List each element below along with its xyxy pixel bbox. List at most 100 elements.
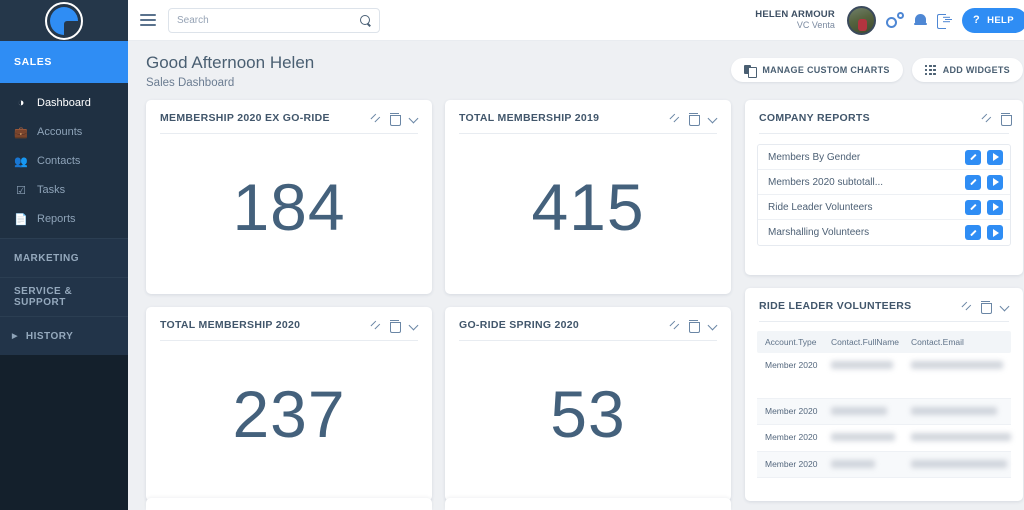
search-input[interactable] [177, 14, 360, 26]
bell-icon[interactable] [913, 13, 927, 28]
redacted-value [831, 406, 887, 415]
trash-icon[interactable] [689, 319, 700, 333]
sidebar-item-dashboard[interactable]: ◑ Dashboard [0, 89, 128, 117]
table-row[interactable]: Member 2020 [757, 353, 1011, 399]
chevron-down-icon[interactable] [707, 320, 718, 331]
pencil-icon[interactable] [965, 199, 981, 215]
sidebar-filler [0, 355, 128, 510]
cell-contact-email [911, 432, 1011, 442]
trash-icon[interactable] [390, 112, 401, 126]
chevron-down-icon[interactable] [707, 113, 718, 124]
expand-icon[interactable] [669, 113, 680, 124]
kpi-card-partial[interactable] [445, 498, 731, 510]
pencil-icon[interactable] [965, 149, 981, 165]
table-row[interactable]: Member 2020 [757, 425, 1011, 452]
column-header-contact-email: Contact.Email [911, 337, 964, 348]
hamburger-icon[interactable] [138, 11, 158, 29]
sidebar-item-dashboard-label: Dashboard [37, 97, 91, 109]
chevron-down-icon[interactable] [408, 320, 419, 331]
avatar[interactable] [846, 5, 876, 35]
user-info[interactable]: HELEN ARMOUR VC Venta [755, 9, 835, 31]
expand-icon[interactable] [370, 320, 381, 331]
pencil-icon[interactable] [965, 225, 981, 241]
sidebar-section-history[interactable]: ▶ HISTORY [0, 317, 128, 355]
card-title: MEMBERSHIP 2020 EX GO-RIDE [160, 112, 330, 125]
kpi-card-partial[interactable] [146, 498, 432, 510]
play-icon[interactable] [987, 174, 1003, 190]
side-column: COMPANY REPORTS Members By Gender Member… [745, 100, 1023, 502]
cell-contact-fullname [831, 432, 911, 442]
sidebar-section-marketing[interactable]: MARKETING [0, 239, 128, 277]
manage-custom-charts-label: MANAGE CUSTOM CHARTS [762, 65, 890, 75]
redacted-value [911, 459, 1007, 468]
sidebar-item-accounts[interactable]: 💼 Accounts [0, 118, 128, 146]
sidebar-item-tasks[interactable]: ☑ Tasks [0, 176, 128, 204]
help-button[interactable]: ? HELP [961, 7, 1024, 33]
trash-icon[interactable] [981, 300, 992, 314]
cell-contact-fullname [831, 459, 911, 468]
report-row[interactable]: Marshalling Volunteers [758, 220, 1010, 245]
pencil-icon[interactable] [965, 174, 981, 190]
search-box[interactable] [168, 7, 380, 33]
play-icon[interactable] [987, 225, 1003, 241]
table-row[interactable]: Member 2020 [757, 451, 1011, 478]
app-logo[interactable] [0, 0, 128, 41]
trash-icon[interactable] [390, 319, 401, 333]
chevron-down-icon[interactable] [999, 301, 1010, 312]
settings-gears-icon[interactable] [885, 12, 904, 28]
report-row[interactable]: Members 2020 subtotall... [758, 170, 1010, 196]
kpi-column: MEMBERSHIP 2020 EX GO-RIDE 184 TOTAL MEM… [146, 100, 732, 502]
redacted-value [911, 433, 1011, 442]
add-widgets-button[interactable]: ADD WIDGETS [911, 58, 1023, 82]
card-header: COMPANY REPORTS [745, 100, 1023, 133]
report-row[interactable]: Members By Gender [758, 145, 1010, 171]
card-header: TOTAL MEMBERSHIP 2020 [146, 307, 432, 340]
report-name: Members By Gender [768, 151, 861, 163]
sidebar-section-sales[interactable]: SALES [0, 41, 128, 83]
sidebar-section-service-support[interactable]: SERVICE & SUPPORT [0, 278, 128, 316]
card-actions [370, 319, 419, 333]
sidebar-item-tasks-label: Tasks [37, 184, 66, 196]
trash-icon[interactable] [1001, 112, 1012, 126]
company-reports-card: COMPANY REPORTS Members By Gender Member… [745, 100, 1023, 276]
chevron-down-icon[interactable] [408, 113, 419, 124]
manage-custom-charts-button[interactable]: MANAGE CUSTOM CHARTS [731, 58, 903, 82]
sidebar-item-reports[interactable]: 📄 Reports [0, 205, 128, 233]
report-name: Marshalling Volunteers [768, 227, 870, 239]
card-header: RIDE LEADER VOLUNTEERS [745, 288, 1023, 321]
card-title: COMPANY REPORTS [759, 112, 870, 125]
volunteers-table: Account.Type Contact.FullName Contact.Em… [757, 331, 1011, 478]
search-icon[interactable] [360, 14, 371, 26]
logout-icon[interactable] [936, 13, 952, 29]
pie-chart-logo-icon [45, 1, 83, 40]
checklist-icon: ☑ [16, 184, 26, 197]
sidebar-section-marketing-label: MARKETING [14, 252, 80, 264]
card-title: GO-RIDE SPRING 2020 [459, 319, 580, 332]
expand-icon[interactable] [961, 301, 972, 312]
table-row[interactable]: Member 2020 [757, 398, 1011, 426]
kpi-card-membership-2020-ex-go-ride: MEMBERSHIP 2020 EX GO-RIDE 184 [146, 100, 432, 295]
ride-leader-volunteers-card: RIDE LEADER VOLUNTEERS Account.Type Cont… [745, 288, 1023, 502]
reports-list: Members By Gender Members 2020 subtotall… [757, 144, 1011, 247]
card-actions [370, 112, 419, 126]
expand-icon[interactable] [981, 113, 992, 124]
report-row[interactable]: Ride Leader Volunteers [758, 195, 1010, 221]
redacted-value [831, 459, 875, 468]
card-header: GO-RIDE SPRING 2020 [445, 307, 731, 340]
cell-contact-email [911, 459, 1011, 468]
sidebar-item-contacts[interactable]: 👥 Contacts [0, 147, 128, 175]
play-icon[interactable] [987, 149, 1003, 165]
play-icon[interactable] [987, 199, 1003, 215]
people-icon: 👥 [14, 155, 28, 168]
expand-icon[interactable] [669, 320, 680, 331]
report-name: Members 2020 subtotall... [768, 176, 884, 188]
trash-icon[interactable] [689, 112, 700, 126]
main-area: HELEN ARMOUR VC Venta ? HELP Good Aftern… [128, 0, 1024, 510]
topbar: HELEN ARMOUR VC Venta ? HELP [128, 0, 1024, 41]
column-header-contact-fullname: Contact.FullName [831, 337, 900, 348]
card-actions [669, 319, 718, 333]
next-row-cards [146, 498, 1023, 510]
sidebar-item-accounts-label: Accounts [37, 126, 83, 138]
expand-icon[interactable] [370, 113, 381, 124]
header-actions: MANAGE CUSTOM CHARTS ADD WIDGETS [731, 52, 1023, 82]
